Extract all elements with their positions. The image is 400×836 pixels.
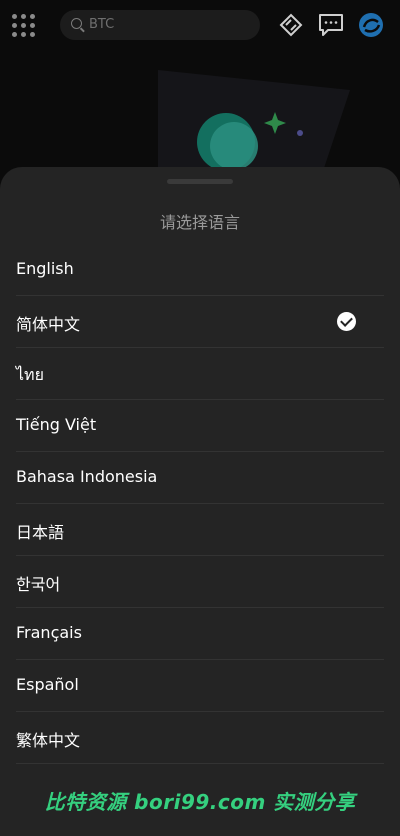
- message-icon[interactable]: [318, 12, 344, 38]
- language-option-french[interactable]: Français: [16, 608, 384, 660]
- language-option-english[interactable]: English: [16, 244, 384, 296]
- language-sheet: 请选择语言 English 简体中文 ไทย Tiếng Việt Bahasa…: [0, 167, 400, 836]
- language-label: 한국어: [16, 575, 61, 594]
- language-label: Tiếng Việt: [16, 415, 97, 434]
- banner-illustration: [158, 70, 350, 180]
- language-option-japanese[interactable]: 日本語: [16, 504, 384, 556]
- language-label: 简体中文: [16, 315, 81, 334]
- language-option-indonesian[interactable]: Bahasa Indonesia: [16, 452, 384, 504]
- sheet-handle[interactable]: [167, 179, 233, 184]
- avatar-icon[interactable]: [358, 12, 384, 38]
- language-label: English: [16, 259, 74, 278]
- gift-icon[interactable]: [278, 12, 304, 38]
- language-label: Français: [16, 623, 82, 642]
- search-placeholder: BTC: [89, 17, 115, 32]
- search-input[interactable]: BTC: [60, 10, 260, 40]
- checkmark-icon: [337, 312, 356, 331]
- language-label: Bahasa Indonesia: [16, 467, 158, 486]
- language-option-vietnamese[interactable]: Tiếng Việt: [16, 400, 384, 452]
- sheet-title: 请选择语言: [159, 213, 240, 232]
- watermark: 比特资源 bori99.com 实测分享: [44, 790, 356, 814]
- language-option-traditional-chinese[interactable]: 繁体中文: [16, 712, 384, 764]
- language-list: English 简体中文 ไทย Tiếng Việt Bahasa Indon…: [0, 244, 400, 764]
- language-label: 繁体中文: [16, 731, 81, 750]
- language-label: Español: [16, 675, 79, 694]
- language-option-spanish[interactable]: Español: [16, 660, 384, 712]
- language-option-korean[interactable]: 한국어: [16, 556, 384, 608]
- search-icon: [71, 18, 82, 29]
- language-option-simplified-chinese[interactable]: 简体中文: [16, 296, 384, 348]
- language-option-thai[interactable]: ไทย: [16, 348, 384, 400]
- language-label: ไทย: [16, 365, 44, 384]
- language-label: 日本語: [16, 523, 65, 542]
- apps-grid-icon[interactable]: [12, 14, 36, 38]
- top-bar: BTC: [0, 0, 400, 50]
